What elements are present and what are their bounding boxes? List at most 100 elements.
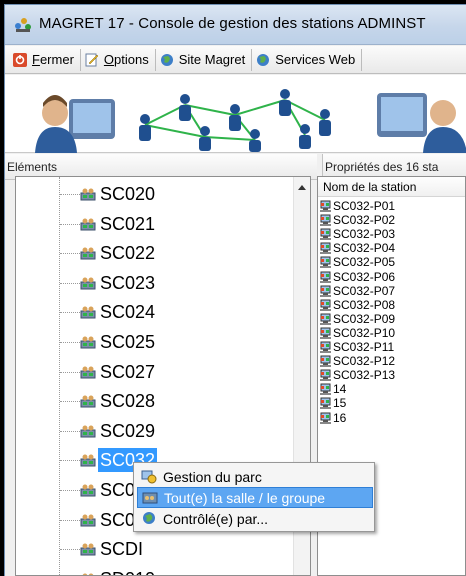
room-icon [80, 366, 96, 379]
tree-node[interactable]: SC029 [16, 417, 286, 446]
tree-node-label[interactable]: SC0 [98, 508, 137, 532]
station-row[interactable]: 15 [320, 396, 346, 410]
tree-branch-line [60, 371, 80, 373]
room-icon [80, 514, 96, 527]
station-row[interactable]: SC032-P07 [320, 284, 395, 298]
station-row[interactable]: SC032-P04 [320, 241, 395, 255]
tree-node-label[interactable]: SD010 [98, 567, 157, 575]
station-row[interactable]: SC032-P09 [320, 312, 395, 326]
station-icon [320, 369, 331, 382]
tree-node[interactable]: SCDI [16, 535, 286, 564]
menu-item-tout-la-salle[interactable]: Tout(e) la salle / le groupe [137, 487, 373, 508]
room-icon [80, 218, 96, 231]
tree-node-label[interactable]: SCDI [98, 537, 145, 561]
tree-branch-line [60, 282, 80, 284]
options-button-label: Options [103, 52, 149, 67]
app-icon [15, 18, 31, 32]
room-icon [80, 306, 96, 319]
station-icon [320, 327, 331, 339]
toolbar: Fermer Options Site Magret Services Web [5, 46, 466, 74]
admin-figure-left [35, 95, 115, 153]
station-row[interactable]: SC032-P03 [320, 227, 395, 241]
menu-item-label: Contrôlé(e) par... [163, 510, 269, 527]
control-icon [143, 512, 155, 524]
tree-node-label[interactable]: SC021 [98, 212, 157, 236]
room-icon [80, 543, 96, 556]
tree-node-label[interactable]: SC027 [98, 360, 157, 384]
tree-node-label[interactable]: SC024 [98, 300, 157, 324]
tree-node[interactable]: SD010 [16, 565, 286, 575]
tree-node[interactable]: SC022 [16, 239, 286, 268]
menu-item-controle-par[interactable]: Contrôlé(e) par... [137, 508, 373, 529]
tree-branch-line [60, 430, 80, 432]
tree-node[interactable]: SC021 [16, 210, 286, 239]
tree-node-label[interactable]: SC020 [98, 182, 157, 206]
banner-artwork [35, 89, 466, 153]
station-name: SC032-P11 [333, 340, 395, 354]
room-icon [142, 492, 158, 504]
station-icon [320, 285, 331, 297]
station-name: SC032-P12 [333, 354, 396, 369]
tree-node-label[interactable]: SC028 [98, 389, 157, 413]
station-row[interactable]: SC032-P01 [320, 199, 395, 213]
station-icon [320, 299, 331, 311]
station-row[interactable]: SC032-P12 [320, 354, 395, 368]
tree-node[interactable]: SC028 [16, 387, 286, 416]
station-name: SC032-P10 [333, 325, 396, 340]
tree-branch-line [60, 312, 80, 314]
tree-node-label[interactable]: SC029 [98, 419, 157, 443]
tree-node[interactable]: SC020 [16, 180, 286, 209]
close-button[interactable]: Fermer [9, 48, 81, 71]
tree-node[interactable]: SC024 [16, 298, 286, 327]
menu-item-label: Tout(e) la salle / le groupe [164, 489, 326, 506]
tree-node-label[interactable]: SC022 [98, 241, 157, 265]
station-name: SC032-P09 [333, 311, 396, 326]
tree-branch-line [60, 549, 80, 551]
station-row[interactable]: SC032-P02 [320, 213, 395, 227]
station-row[interactable]: SC032-P13 [320, 368, 395, 382]
scroll-up-icon[interactable] [298, 185, 306, 190]
globe-icon [257, 53, 270, 66]
title-bar[interactable]: MAGRET 17 - Console de gestion des stati… [5, 5, 466, 45]
close-icon [13, 52, 27, 67]
station-icon [320, 397, 331, 410]
station-name: 16 [333, 410, 347, 425]
station-icon [320, 200, 331, 212]
room-icon [80, 188, 96, 201]
tree-branch-line [60, 490, 80, 491]
station-row[interactable]: 14 [320, 382, 346, 396]
tree-node[interactable]: SC025 [16, 328, 286, 357]
station-row[interactable]: SC032-P08 [320, 298, 395, 312]
column-header-station-name[interactable]: Nom de la station [318, 177, 465, 197]
menu-item-gestion-du-parc[interactable]: Gestion du parc [137, 466, 373, 487]
station-icon [320, 383, 331, 396]
room-icon [80, 336, 96, 349]
tree-branch-line [60, 401, 80, 403]
options-icon [85, 53, 99, 66]
station-row[interactable]: SC032-P06 [320, 270, 395, 284]
station-icon [320, 271, 331, 283]
services-web-button[interactable]: Services Web [252, 48, 363, 71]
admin-figure-right [377, 93, 466, 153]
tree-branch-line [60, 460, 80, 462]
tree-node[interactable]: SC027 [16, 358, 286, 387]
tree-node-label[interactable]: SC025 [98, 330, 157, 354]
park-icon [141, 470, 157, 484]
services-web-label: Services Web [275, 52, 356, 67]
room-icon [80, 484, 96, 497]
banner [5, 75, 466, 153]
tree-branch-line [60, 253, 80, 255]
station-row[interactable]: 16 [320, 411, 346, 425]
station-row[interactable]: SC032-P11 [320, 340, 394, 354]
station-row[interactable]: SC032-P10 [320, 326, 395, 340]
menu-item-label: Gestion du parc [163, 468, 262, 485]
tree-node-label[interactable]: SC0 [98, 478, 137, 502]
tree-node-label[interactable]: SC023 [98, 271, 157, 295]
options-button[interactable]: Options [81, 48, 156, 71]
site-magret-button[interactable]: Site Magret [156, 48, 253, 71]
tree-branch-line [60, 194, 80, 195]
station-icon [320, 313, 331, 325]
tree-node[interactable]: SC023 [16, 269, 286, 298]
tree-branch-line [60, 223, 80, 225]
station-row[interactable]: SC032-P05 [320, 255, 395, 269]
